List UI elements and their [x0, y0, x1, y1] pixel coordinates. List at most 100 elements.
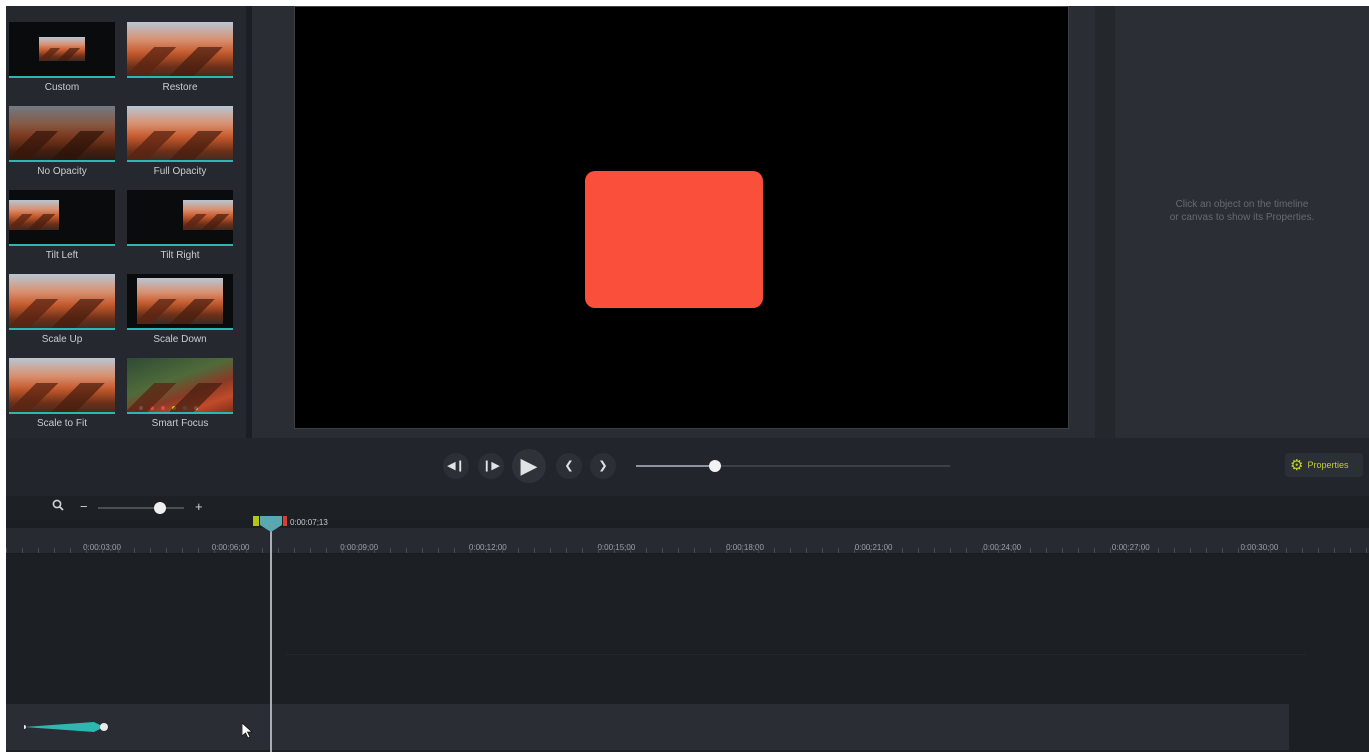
animations-panel: Custom Restore No Opacity Full Opacity Tilt …: [6, 6, 246, 438]
ruler-tick: [214, 548, 215, 553]
animation-thumbnail: [127, 274, 233, 330]
zoom-slider[interactable]: [98, 502, 184, 514]
preview-canvas[interactable]: [294, 6, 1069, 429]
ruler-tick: [758, 548, 759, 553]
animation-tile-label: Scale Up: [41, 334, 83, 345]
ruler-tick: [1078, 548, 1079, 553]
ruler-tick: [870, 548, 871, 553]
animation-tile[interactable]: Custom: [9, 22, 115, 100]
ruler-tick: [662, 548, 663, 553]
ruler-tick: [294, 548, 295, 553]
ruler-tick: [1126, 548, 1127, 553]
animation-tile[interactable]: No Opacity: [9, 106, 115, 184]
animation-thumbnail: [127, 106, 233, 162]
animation-tile[interactable]: Tilt Right: [127, 190, 233, 268]
animation-thumbnail: [127, 190, 233, 246]
timeline-zoom-bar: − +: [6, 496, 1369, 520]
animation-tile-label: Full Opacity: [153, 166, 207, 177]
ruler-tick: [118, 548, 119, 553]
selection-in-marker[interactable]: [253, 516, 259, 526]
landscape-image: [9, 106, 115, 160]
ruler-tick: [1334, 548, 1335, 553]
animation-tile-label: Scale Down: [153, 334, 207, 345]
landscape-image: [183, 200, 233, 230]
ruler-tick: [1286, 548, 1287, 553]
timeline-ruler[interactable]: 0:00:03;000:00:06;000:00:09;000:00:12;00…: [6, 528, 1369, 554]
ruler-tick: [1302, 548, 1303, 553]
ruler-tick: [1350, 548, 1351, 553]
canvas-shape-rectangle[interactable]: [585, 171, 763, 308]
ruler-tick: [1190, 548, 1191, 553]
ruler-tick: [886, 548, 887, 553]
zoom-slider-handle[interactable]: [153, 502, 166, 514]
timeline-tracks[interactable]: [6, 554, 1369, 752]
landscape-image: [127, 358, 233, 412]
animation-tile[interactable]: Full Opacity: [127, 106, 233, 184]
properties-panel: Click an object on the timeline or canva…: [1115, 6, 1369, 438]
ruler-tick: [1206, 548, 1207, 553]
ruler-tick: [374, 548, 375, 553]
step-back-button[interactable]: ◀❙: [443, 453, 469, 479]
timeline-track[interactable]: [6, 704, 1289, 750]
previous-button[interactable]: ❮: [556, 453, 582, 479]
ruler-tick: [582, 548, 583, 553]
playhead-handle[interactable]: [260, 516, 282, 532]
animation-tile-label: Scale to Fit: [36, 418, 88, 429]
animation-tile[interactable]: Tilt Left: [9, 190, 115, 268]
landscape-image: [9, 274, 115, 328]
preview-scrollbar[interactable]: [1095, 6, 1115, 438]
ruler-tick: [406, 548, 407, 553]
landscape-image: [137, 278, 223, 324]
ruler-tick: [550, 548, 551, 553]
animation-tile[interactable]: Scale to Fit: [9, 358, 115, 436]
video-editor-window: Custom Restore No Opacity Full Opacity Tilt …: [6, 6, 1369, 752]
ruler-tick: [22, 548, 23, 553]
zoom-out-button[interactable]: −: [80, 500, 88, 513]
ruler-tick: [1254, 548, 1255, 553]
play-icon: ▶: [520, 453, 538, 478]
ruler-tick: [1238, 548, 1239, 553]
ruler-tick: [6, 548, 7, 553]
properties-button[interactable]: ⚙ Properties: [1285, 453, 1363, 477]
playback-scrubber-handle[interactable]: [708, 460, 721, 472]
ruler-tick: [262, 548, 263, 553]
zoom-in-button[interactable]: +: [195, 500, 203, 513]
ruler-tick: [1270, 548, 1271, 553]
animation-tile[interactable]: Smart Focus: [127, 358, 233, 436]
animation-tile-label: Smart Focus: [151, 418, 209, 429]
animation-tile[interactable]: Restore: [127, 22, 233, 100]
ruler-tick: [774, 548, 775, 553]
mouse-cursor-icon: [242, 723, 254, 739]
ruler-tick: [150, 548, 151, 553]
step-forward-button[interactable]: ❙▶: [478, 453, 504, 479]
animation-tile[interactable]: Scale Down: [127, 274, 233, 352]
ruler-tick: [534, 548, 535, 553]
animation-tile-label: Tilt Left: [45, 250, 79, 261]
ruler-tick: [326, 548, 327, 553]
animation-tile[interactable]: Scale Up: [9, 274, 115, 352]
ruler-tick: [518, 548, 519, 553]
properties-hint-line: Click an object on the timeline: [1175, 199, 1309, 210]
ruler-tick: [342, 548, 343, 553]
animation-tile-label: No Opacity: [37, 166, 87, 177]
selection-out-marker[interactable]: [283, 516, 287, 526]
properties-hint-line: or canvas to show its Properties.: [1169, 212, 1315, 223]
animation-thumbnail: [127, 358, 233, 414]
next-button[interactable]: ❯: [590, 453, 616, 479]
playback-scrubber[interactable]: [636, 460, 950, 472]
landscape-image: [9, 200, 59, 230]
timeline-header: [6, 520, 1369, 528]
animation-tile-label: Custom: [44, 82, 80, 93]
ruler-time-label: 0:00:30;00: [1240, 543, 1279, 552]
animation-arrow-icon[interactable]: [24, 720, 110, 734]
ruler-tick: [838, 548, 839, 553]
ruler-tick: [1174, 548, 1175, 553]
play-button[interactable]: ▶: [512, 449, 546, 483]
search-icon[interactable]: [52, 499, 64, 513]
ruler-tick: [822, 548, 823, 553]
ruler-tick: [806, 548, 807, 553]
animation-thumbnail: [9, 190, 115, 246]
ruler-time-label: 0:00:09;00: [340, 543, 379, 552]
ruler-tick: [454, 548, 455, 553]
playhead-line[interactable]: [270, 516, 272, 752]
